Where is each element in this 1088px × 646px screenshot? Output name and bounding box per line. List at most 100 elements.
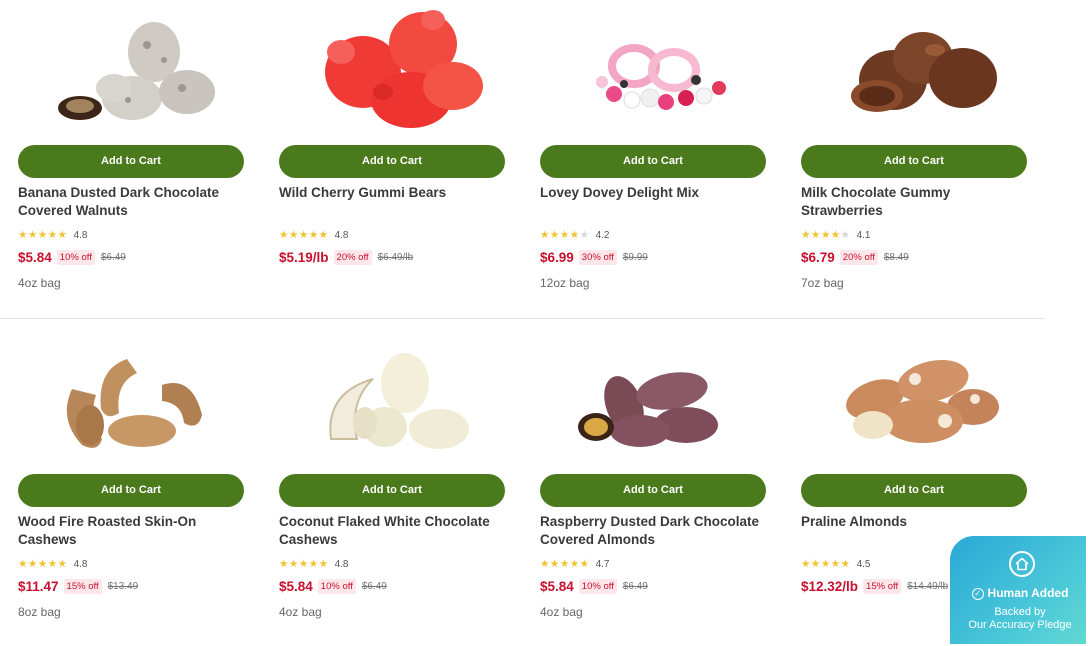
product-grid: Add to Cart Banana Dusted Dark Chocolate… (0, 0, 1088, 646)
pledge-headline: Human Added (987, 586, 1069, 600)
check-circle-icon: ✓ (971, 588, 984, 600)
product-rating: ★★★★★ 4.8 (279, 558, 348, 570)
add-to-cart-button[interactable]: Add to Cart (279, 474, 505, 507)
sale-price: $5.84 (540, 579, 574, 594)
price-row: $5.84 10% off $6.49 (18, 249, 126, 266)
chocolate-almonds-image[interactable] (554, 329, 754, 463)
product-name[interactable]: Lovey Dovey Delight Mix (540, 184, 766, 202)
walnuts-image[interactable] (32, 0, 232, 134)
price-row: $5.19/lb 20% off $6.49/lb (279, 249, 413, 266)
product-name[interactable]: Coconut Flaked White Chocolate Cashews (279, 513, 505, 549)
product-name[interactable]: Milk Chocolate Gummy Strawberries (801, 184, 1027, 220)
add-to-cart-button[interactable]: Add to Cart (279, 145, 505, 178)
package-size: 4oz bag (279, 605, 322, 619)
product-card: Add to Cart Lovey Dovey Delight Mix ★★★★… (540, 0, 766, 310)
add-to-cart-button[interactable]: Add to Cart (801, 474, 1027, 507)
gummi-bears-image[interactable] (293, 0, 493, 134)
star-rating-icon: ★★★★★ (540, 558, 590, 570)
discount-badge: 10% off (578, 579, 617, 594)
price-row: $5.84 10% off $6.49 (540, 578, 648, 595)
product-card: Add to Cart Milk Chocolate Gummy Strawbe… (801, 0, 1027, 310)
package-size: 4oz bag (18, 276, 61, 290)
package-size: 4oz bag (540, 605, 583, 619)
add-to-cart-button[interactable]: Add to Cart (18, 145, 244, 178)
original-price: $6.49 (622, 581, 648, 592)
product-row: Add to Cart Wood Fire Roasted Skin-On Ca… (0, 329, 1088, 646)
original-price: $14.49/lb (907, 581, 949, 592)
sale-price: $5.84 (18, 250, 52, 265)
package-size: 7oz bag (801, 276, 844, 290)
price-row: $11.47 15% off $13.49 (18, 578, 138, 595)
product-rating: ★★★★★ 4.5 (801, 558, 870, 570)
price-row: $6.99 30% off $9.99 (540, 249, 648, 266)
add-to-cart-button[interactable]: Add to Cart (801, 145, 1027, 178)
rating-value: 4.8 (334, 229, 349, 241)
discount-badge: 20% off (839, 250, 878, 265)
star-rating-icon: ★★★★★ (18, 558, 68, 570)
chocolate-strawberries-image[interactable] (815, 0, 1015, 134)
delight-mix-image[interactable] (554, 0, 754, 134)
discount-badge: 20% off (333, 250, 372, 265)
original-price: $13.49 (107, 581, 139, 592)
star-rating-icon: ★★★★★ (279, 558, 329, 570)
add-to-cart-button[interactable]: Add to Cart (540, 145, 766, 178)
pledge-subtext: Our Accuracy Pledge (968, 619, 1072, 631)
rating-value: 4.2 (595, 229, 610, 241)
sale-price: $12.32/lb (801, 579, 859, 594)
product-rating: ★★★★★ 4.8 (18, 558, 87, 570)
rating-value: 4.7 (595, 558, 610, 570)
product-rating: ★★★★★ 4.1 (801, 229, 870, 241)
white-chocolate-cashews-image[interactable] (293, 329, 493, 463)
add-to-cart-button[interactable]: Add to Cart (18, 474, 244, 507)
package-size: 12oz bag (540, 276, 590, 290)
product-name[interactable]: Praline Almonds (801, 513, 1027, 531)
star-rating-icon: ★★★★★ (801, 558, 851, 570)
original-price: $6.49 (100, 252, 126, 263)
product-name[interactable]: Raspberry Dusted Dark Chocolate Covered … (540, 513, 766, 549)
house-logo-icon (1009, 551, 1035, 577)
original-price: $9.99 (622, 252, 648, 263)
sale-price: $6.79 (801, 250, 835, 265)
accuracy-pledge-badge[interactable]: ✓ Human Added Backed by Our Accuracy Pled… (948, 534, 1088, 646)
rating-value: 4.1 (856, 229, 871, 241)
star-rating-icon: ★★★★★ (540, 229, 590, 241)
package-size: 8oz bag (18, 605, 61, 619)
praline-almonds-image[interactable] (815, 329, 1015, 463)
discount-badge: 10% off (317, 579, 356, 594)
product-row: Add to Cart Banana Dusted Dark Chocolate… (0, 0, 1088, 320)
product-rating: ★★★★★ 4.8 (279, 229, 348, 241)
discount-badge: 15% off (63, 579, 102, 594)
row-divider (0, 318, 1045, 319)
price-row: $6.79 20% off $8.49 (801, 249, 909, 266)
product-card: Add to Cart Raspberry Dusted Dark Chocol… (540, 329, 766, 639)
price-row: $12.32/lb 15% off $14.49/lb (801, 578, 948, 595)
star-rating-icon: ★★★★★ (279, 229, 329, 241)
price-row: $5.84 10% off $6.49 (279, 578, 387, 595)
star-rating-icon: ★★★★★ (801, 229, 851, 241)
product-card: Add to Cart Banana Dusted Dark Chocolate… (18, 0, 244, 310)
rating-value: 4.5 (856, 558, 871, 570)
sale-price: $6.99 (540, 250, 574, 265)
discount-badge: 30% off (578, 250, 617, 265)
product-name[interactable]: Wild Cherry Gummi Bears (279, 184, 505, 202)
sale-price: $11.47 (18, 579, 59, 594)
product-card: Add to Cart Wild Cherry Gummi Bears ★★★★… (279, 0, 505, 310)
product-rating: ★★★★★ 4.2 (540, 229, 609, 241)
product-name[interactable]: Wood Fire Roasted Skin-On Cashews (18, 513, 244, 549)
original-price: $6.49 (361, 581, 387, 592)
pledge-subtext: Backed by (994, 606, 1046, 618)
product-card: Add to Cart Wood Fire Roasted Skin-On Ca… (18, 329, 244, 639)
product-name[interactable]: Banana Dusted Dark Chocolate Covered Wal… (18, 184, 244, 220)
original-price: $8.49 (883, 252, 909, 263)
original-price: $6.49/lb (377, 252, 414, 263)
product-rating: ★★★★★ 4.8 (18, 229, 87, 241)
cashews-image[interactable] (32, 329, 232, 463)
star-rating-icon: ★★★★★ (18, 229, 68, 241)
add-to-cart-button[interactable]: Add to Cart (540, 474, 766, 507)
sale-price: $5.84 (279, 579, 313, 594)
product-card: Add to Cart Coconut Flaked White Chocola… (279, 329, 505, 639)
pledge-headline-row: ✓ Human Added (950, 586, 1088, 600)
product-rating: ★★★★★ 4.7 (540, 558, 609, 570)
sale-price: $5.19/lb (279, 250, 329, 265)
discount-badge: 15% off (863, 579, 902, 594)
